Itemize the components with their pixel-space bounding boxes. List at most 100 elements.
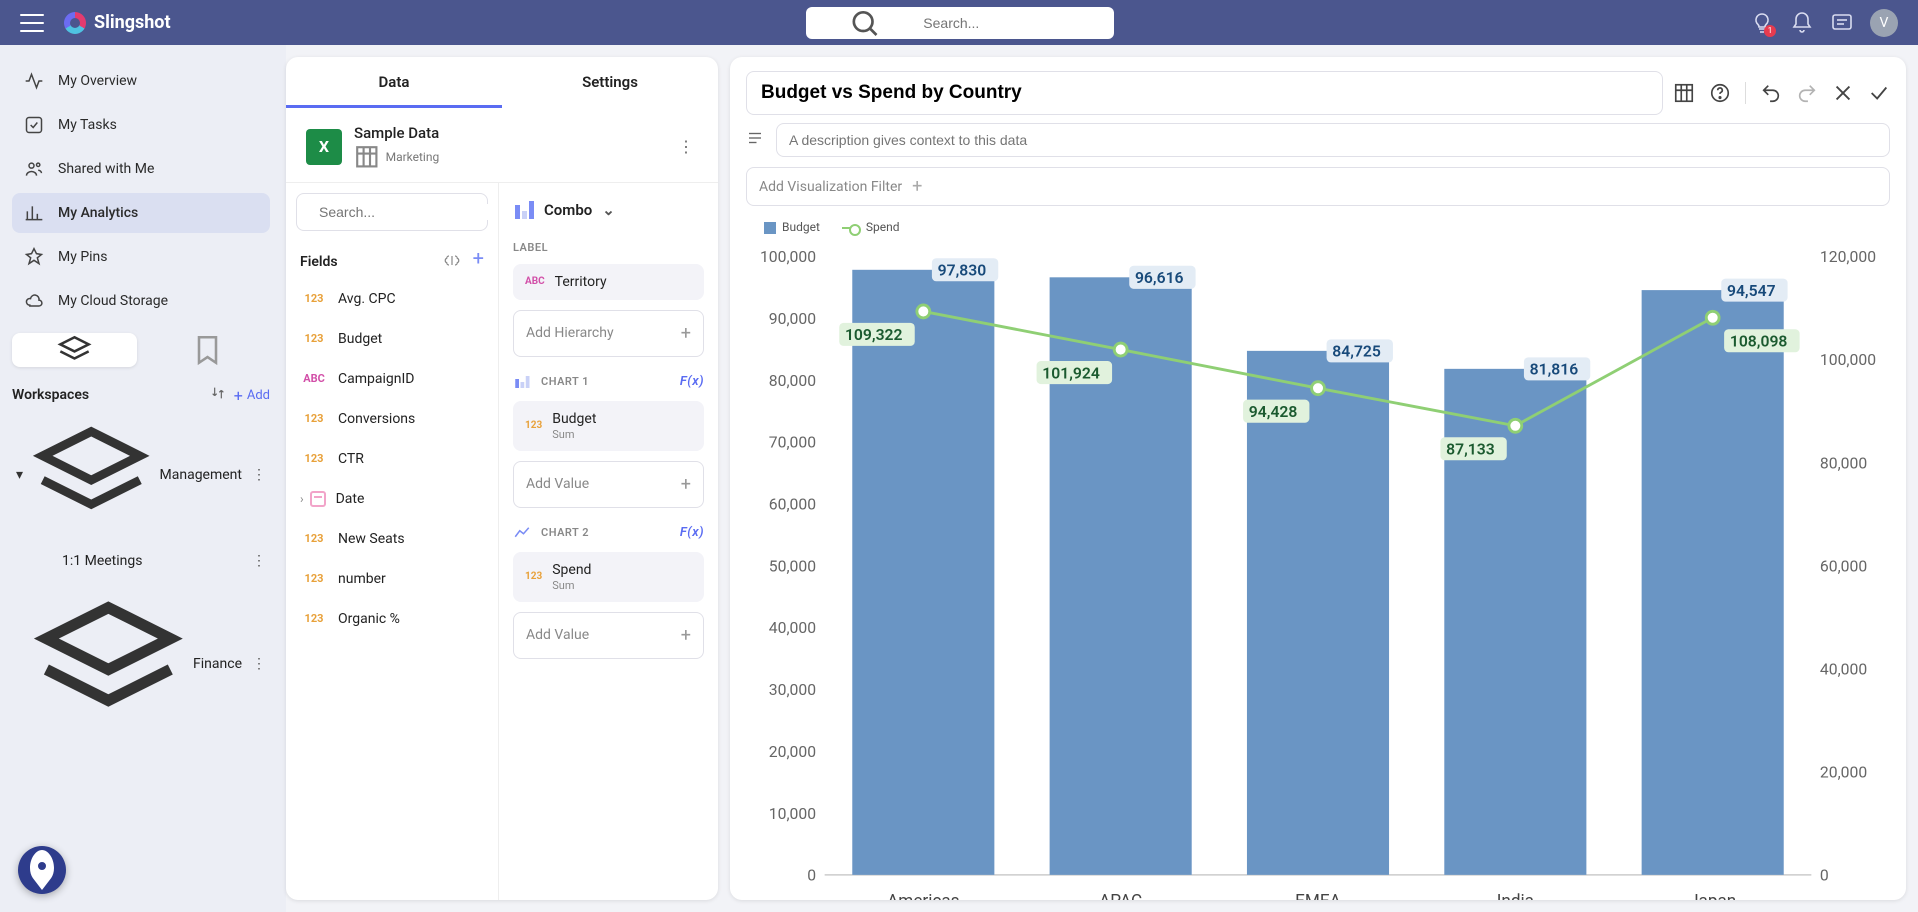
chart2-add-value[interactable]: Add Value + (513, 612, 704, 659)
svg-text:70,000: 70,000 (769, 433, 816, 452)
field-row[interactable]: 123Avg. CPC (286, 279, 498, 319)
field-search[interactable] (296, 193, 488, 231)
chart1-add-value[interactable]: Add Value + (513, 461, 704, 508)
sidebar-item-label: My Analytics (58, 205, 138, 221)
chart1-chip-budget[interactable]: 123 Budget Sum (513, 401, 704, 451)
viz-type-picker[interactable]: Combo ⌄ (513, 195, 704, 225)
fx-button[interactable]: F(x) (680, 374, 704, 389)
svg-text:100,000: 100,000 (760, 247, 816, 266)
global-search-input[interactable] (923, 15, 1104, 31)
more-icon[interactable]: ⋮ (252, 467, 266, 483)
datasource-more-icon[interactable]: ⋮ (674, 133, 698, 160)
datasource-title: Sample Data (354, 124, 439, 142)
brand-name: Slingshot (94, 12, 171, 33)
field-row[interactable]: 123number (286, 559, 498, 599)
workspace-item-meetings[interactable]: 1:1 Meetings ⋮ (12, 545, 270, 577)
sidebar-item-tasks[interactable]: My Tasks (12, 105, 270, 145)
plus-icon: + (681, 474, 691, 495)
fields-column: Fields + 123Avg. CPC123BudgetABCCampaign… (286, 183, 499, 900)
svg-text:India: India (1497, 891, 1534, 900)
svg-text:60,000: 60,000 (1820, 556, 1867, 575)
sidebar-item-label: My Overview (58, 73, 137, 89)
redo-icon[interactable] (1796, 82, 1818, 104)
field-row[interactable]: ABCCampaignID (286, 359, 498, 399)
tab-settings[interactable]: Settings (502, 57, 718, 108)
calendar-icon (310, 491, 326, 507)
help-icon[interactable] (1709, 82, 1731, 104)
field-search-input[interactable] (319, 204, 499, 220)
sort-icon[interactable] (210, 385, 226, 405)
field-row[interactable]: 123Budget (286, 319, 498, 359)
fields-list: 123Avg. CPC123BudgetABCCampaignID123Conv… (286, 279, 498, 639)
global-search[interactable] (806, 7, 1114, 39)
fields-header: Fields + (286, 241, 498, 279)
add-hierarchy-drop[interactable]: Add Hierarchy + (513, 310, 704, 357)
plus-icon: + (912, 176, 922, 197)
chart-desc-input[interactable] (776, 123, 1890, 157)
description-icon[interactable] (746, 129, 764, 151)
avatar[interactable]: V (1870, 9, 1898, 37)
brand: Slingshot (64, 12, 171, 34)
field-row[interactable]: 123Organic % (286, 599, 498, 639)
sidebar-item-label: My Pins (58, 249, 108, 265)
view-layers-button[interactable] (12, 333, 137, 367)
fx-button[interactable]: F(x) (680, 525, 704, 540)
bar-icon (513, 373, 531, 391)
confirm-icon[interactable] (1868, 82, 1890, 104)
add-workspace-button[interactable]: +Add (234, 386, 270, 405)
tab-data[interactable]: Data (286, 57, 502, 108)
tips-icon[interactable]: 1 (1750, 11, 1774, 35)
undo-icon[interactable] (1760, 82, 1782, 104)
chart2-chip-spend[interactable]: 123 Spend Sum (513, 552, 704, 602)
chart-panel: Add Visualization Filter + Budget Spend … (730, 57, 1906, 900)
field-row[interactable]: 123CTR (286, 439, 498, 479)
sidebar-item-cloud[interactable]: My Cloud Storage (12, 281, 270, 321)
svg-text:97,830: 97,830 (938, 261, 987, 280)
menu-toggle-icon[interactable] (20, 14, 44, 32)
svg-text:APAC: APAC (1099, 891, 1142, 900)
bell-icon[interactable] (1790, 11, 1814, 35)
more-icon[interactable]: ⋮ (252, 553, 266, 569)
view-bookmarks-button[interactable] (145, 333, 270, 367)
svg-text:10,000: 10,000 (769, 804, 816, 823)
rocket-launcher-button[interactable] (18, 846, 66, 894)
field-row[interactable]: ›Date (286, 479, 498, 519)
workspace-item-finance[interactable]: ▾ Finance ⋮ (12, 581, 270, 746)
add-filter-button[interactable]: Add Visualization Filter + (746, 167, 1890, 206)
plus-icon: + (234, 386, 243, 405)
chart-title-input[interactable] (746, 71, 1663, 115)
field-row[interactable]: 123Conversions (286, 399, 498, 439)
type-badge: 123 (300, 332, 328, 345)
more-icon[interactable]: ⋮ (252, 656, 266, 672)
chart-header-actions (1673, 82, 1890, 104)
sidebar-item-analytics[interactable]: My Analytics (12, 193, 270, 233)
chip-value: Territory (555, 274, 607, 290)
brain-icon[interactable] (443, 251, 461, 273)
add-field-icon[interactable]: + (473, 251, 484, 273)
editor-panel: Data Settings X Sample Data Marketing ⋮ (286, 57, 718, 900)
workspace-item-management[interactable]: ▾ Management ⋮ (12, 409, 270, 541)
activity-icon (24, 71, 44, 91)
sidebar-item-pins[interactable]: My Pins (12, 237, 270, 277)
svg-text:120,000: 120,000 (1820, 247, 1876, 266)
svg-text:109,322: 109,322 (845, 325, 903, 344)
label-chip-territory[interactable]: ABC Territory (513, 264, 704, 300)
svg-text:90,000: 90,000 (769, 309, 816, 328)
plus-icon: + (681, 323, 691, 344)
grid-view-icon[interactable] (1673, 82, 1695, 104)
plus-icon: + (681, 625, 691, 646)
chart-legend: Budget Spend (730, 216, 1906, 238)
excel-icon: X (306, 129, 342, 165)
type-badge: 123 (300, 532, 328, 545)
close-icon[interactable] (1832, 82, 1854, 104)
svg-text:60,000: 60,000 (769, 494, 816, 513)
chart1-header: CHART 1 F(x) (513, 373, 704, 391)
svg-text:0: 0 (807, 866, 816, 885)
field-row[interactable]: 123New Seats (286, 519, 498, 559)
svg-text:96,616: 96,616 (1135, 268, 1184, 287)
sidebar-item-overview[interactable]: My Overview (12, 61, 270, 101)
sidebar-item-shared[interactable]: Shared with Me (12, 149, 270, 189)
chat-icon[interactable] (1830, 11, 1854, 35)
workspaces-title: Workspaces (12, 387, 202, 403)
svg-text:0: 0 (1820, 866, 1829, 885)
